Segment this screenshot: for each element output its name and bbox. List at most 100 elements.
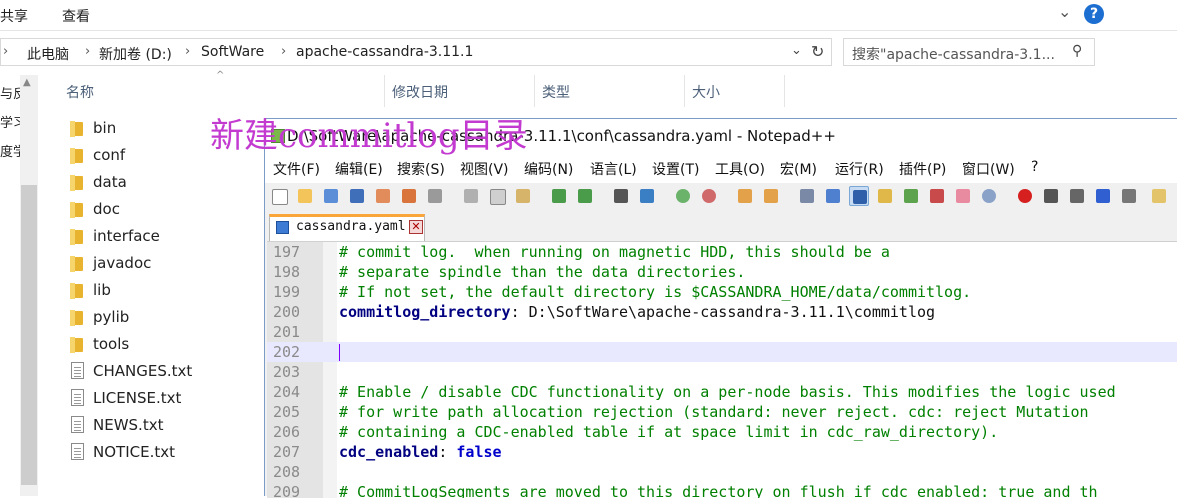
breadcrumb-drive-d[interactable]: 新加卷 (D:) [99,44,172,64]
replace-icon[interactable] [637,186,657,206]
address-bar[interactable]: › 此电脑 › 新加卷 (D:) › SoftWare › apache-cas… [0,38,832,66]
ribbon-tab-view[interactable]: 查看 [62,6,90,26]
menu-search[interactable]: 搜索(S) [397,159,445,179]
code-line[interactable]: 208 [267,462,1177,482]
sync-vertical-icon[interactable] [735,186,755,206]
column-header-name[interactable]: 名称 [58,75,384,107]
breadcrumb-this-pc[interactable]: 此电脑 [27,44,69,64]
file-row[interactable]: pylib [70,305,260,332]
code-line[interactable]: 201 [267,322,1177,342]
column-header-date[interactable]: 修改日期 [384,75,534,107]
code-line[interactable]: 198 # separate spindle than the data dire… [267,262,1177,282]
line-number: 199 [273,283,301,301]
folder-icon [70,148,83,164]
folder-icon [70,202,83,218]
code-line[interactable]: 197 # commit log. when running on magneti… [267,242,1177,262]
menu-window[interactable]: 窗口(W) [962,159,1015,179]
close-tab-icon[interactable]: ✕ [409,220,423,234]
help-icon[interactable]: ? [1084,4,1104,24]
print-icon[interactable] [425,186,445,206]
refresh-icon[interactable]: ↻ [811,42,824,61]
code-line[interactable]: 199 # If not set, the default directory i… [267,282,1177,302]
save-icon[interactable] [321,186,341,206]
menu-file[interactable]: 文件(F) [273,159,320,179]
file-row[interactable]: javadoc [70,251,260,278]
play-macro-multiple-icon[interactable] [1093,186,1113,206]
menu-view[interactable]: 视图(V) [460,159,509,179]
file-row[interactable]: LICENSE.txt [70,386,260,413]
column-header-size[interactable]: 大小 [684,75,784,107]
folder-icon [70,175,83,191]
breadcrumb-separator-icon: › [281,44,287,59]
code-line[interactable]: 200 commitlog_directory: D:\SoftWare\apac… [267,302,1177,322]
save-macro-icon[interactable] [1119,186,1139,206]
menu-encoding[interactable]: 编码(N) [524,159,573,179]
code-line[interactable]: 203 [267,362,1177,382]
menu-settings[interactable]: 设置(T) [652,159,699,179]
ribbon-expand-chevron-icon[interactable]: ⌄ [1058,2,1071,21]
sync-horizontal-icon[interactable] [761,186,781,206]
open-file-icon[interactable] [295,186,315,206]
line-number: 205 [273,403,301,421]
user-language-icon[interactable] [875,186,895,206]
code-line[interactable]: 207 cdc_enabled: false [267,442,1177,462]
code-line[interactable]: 204 # Enable / disable CDC functionality … [267,382,1177,402]
yaml-value: false [456,443,502,461]
scroll-up-icon[interactable]: ▲ [23,77,31,88]
breadcrumb-cassandra[interactable]: apache-cassandra-3.11.1 [296,44,473,60]
play-macro-icon[interactable] [1067,186,1087,206]
menu-help[interactable]: ? [1031,159,1038,175]
show-all-chars-icon[interactable] [823,186,843,206]
zoom-out-icon[interactable] [699,186,719,206]
menu-macro[interactable]: 宏(M) [780,159,817,179]
breadcrumb-separator-icon: › [85,44,91,59]
file-row[interactable]: NEWS.txt [70,413,260,440]
close-all-icon[interactable] [399,186,419,206]
code-line[interactable]: 205 # for write path allocation rejection… [267,402,1177,422]
menu-plugins[interactable]: 插件(P) [899,159,946,179]
code-editor[interactable]: 197 # commit log. when running on magneti… [267,241,1177,498]
folder-workspace-icon[interactable] [953,186,973,206]
code-line[interactable]: 202 [267,342,1177,362]
search-input[interactable]: 搜索"apache-cassandra-3.1... ⚲ [843,38,1095,66]
cut-icon[interactable] [461,186,481,206]
redo-icon[interactable] [575,186,595,206]
menu-edit[interactable]: 编辑(E) [335,159,383,179]
file-row[interactable]: tools [70,332,260,359]
record-macro-icon[interactable] [1015,186,1035,206]
code-line[interactable]: 206 # containing a CDC-enabled table if a… [267,422,1177,442]
stop-macro-icon[interactable] [1041,186,1061,206]
ribbon-tab-share[interactable]: 共享 [0,6,28,26]
file-row[interactable]: CHANGES.txt [70,359,260,386]
indent-guide-icon[interactable] [849,186,869,206]
paste-icon[interactable] [513,186,533,206]
menu-run[interactable]: 运行(R) [835,159,884,179]
undo-icon[interactable] [549,186,569,206]
tab-cassandra-yaml[interactable]: cassandra.yaml ✕ [269,214,425,241]
breadcrumb-software[interactable]: SoftWare [201,44,264,60]
new-file-icon[interactable] [269,186,289,206]
save-all-icon[interactable] [347,186,367,206]
yaml-key: cdc_enabled [339,443,439,461]
find-icon[interactable] [611,186,631,206]
scrollbar-thumb[interactable] [21,185,37,485]
file-row[interactable]: lib [70,278,260,305]
more-tools-icon[interactable] [1149,186,1169,206]
menu-language[interactable]: 语言(L) [590,159,637,179]
close-file-icon[interactable] [373,186,393,206]
file-row[interactable]: doc [70,197,260,224]
column-divider[interactable] [784,75,785,107]
file-row[interactable]: data [70,170,260,197]
function-list-icon[interactable] [927,186,947,206]
menu-tools[interactable]: 工具(O) [715,159,765,179]
file-row[interactable]: NOTICE.txt [70,440,260,467]
nav-scrollbar[interactable]: ▲ [20,75,38,496]
doc-map-icon[interactable] [901,186,921,206]
copy-icon[interactable] [487,186,507,206]
file-row[interactable]: interface [70,224,260,251]
word-wrap-icon[interactable] [797,186,817,206]
monitoring-icon[interactable] [979,186,999,206]
address-dropdown-icon[interactable]: ⌄ [791,43,802,58]
zoom-in-icon[interactable] [673,186,693,206]
column-header-type[interactable]: 类型 [534,75,684,107]
